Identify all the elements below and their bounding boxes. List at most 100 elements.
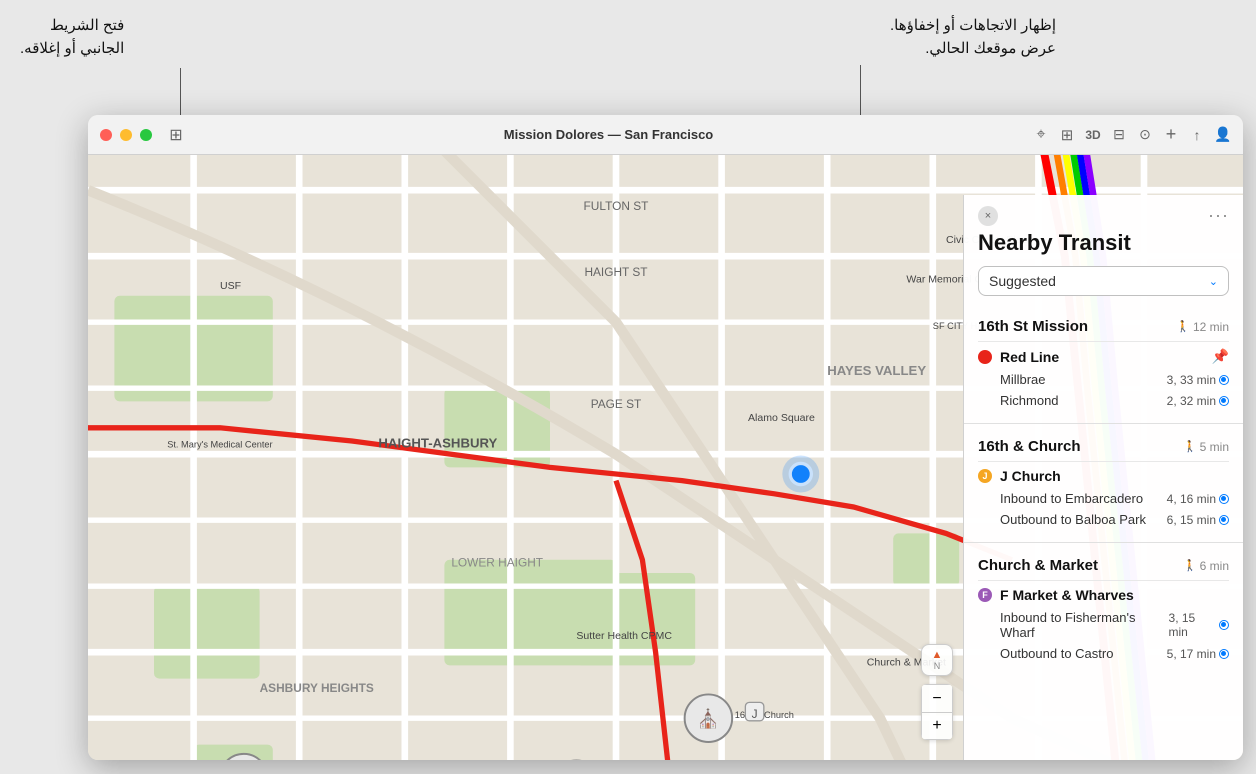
walk-time: 12 min bbox=[1193, 320, 1229, 334]
annotation-overlay: إظهار الاتجاهات أو إخفاؤها. عرض موقعك ال… bbox=[0, 0, 1256, 115]
station-group-16th-church: 16th & Church 🚶 5 min J J Church Inbo bbox=[964, 430, 1243, 536]
transit-filter-select[interactable]: Suggested Bus Rail Ferry bbox=[989, 273, 1209, 289]
transit-filter-dropdown[interactable]: Suggested Bus Rail Ferry ⌄ bbox=[978, 266, 1229, 296]
route-name-f-market: F Market & Wharves bbox=[1000, 587, 1229, 603]
svg-text:HAYES VALLEY: HAYES VALLEY bbox=[827, 363, 926, 378]
pin-icon[interactable]: 📌 bbox=[1212, 348, 1229, 365]
titlebar: ⊞ Mission Dolores — San Francisco ⌖ ⊞ 3D… bbox=[88, 115, 1243, 155]
route-color-dot-f: F bbox=[978, 588, 992, 602]
live-indicator-4 bbox=[1219, 515, 1229, 525]
map-controls: ▲ N − + bbox=[921, 644, 953, 740]
route-j-church: J J Church Inbound to Embarcadero 4, 16 … bbox=[978, 461, 1229, 536]
app-window: ⊞ Mission Dolores — San Francisco ⌖ ⊞ 3D… bbox=[88, 115, 1243, 760]
route-line-header-red: Red Line 📌 bbox=[978, 348, 1229, 365]
walk-icon-2: 🚶 bbox=[1183, 440, 1197, 453]
zoom-controls: − + bbox=[921, 684, 953, 740]
svg-text:USF: USF bbox=[220, 280, 242, 292]
time-balboa: 6, 15 min bbox=[1167, 513, 1229, 527]
route-dest-embarcadero: Inbound to Embarcadero 4, 16 min bbox=[978, 488, 1229, 509]
route-f-market: F F Market & Wharves Inbound to Fisherma… bbox=[978, 580, 1229, 670]
tooltip-directions: إظهار الاتجاهات أو إخفاؤها. عرض موقعك ال… bbox=[890, 15, 1056, 60]
toolbar-icons: ⌖ ⊞ 3D ⊟ ⊙ + ↑ 👤 bbox=[1033, 127, 1231, 143]
map-area[interactable]: TURK ST FULTON ST HAIGHT ST PAGE ST HAIG… bbox=[88, 155, 1243, 760]
destination-fisherman: Inbound to Fisherman's Wharf bbox=[1000, 610, 1169, 640]
zoom-out-button[interactable]: + bbox=[921, 712, 953, 740]
station-header-16th-mission: 16th St Mission 🚶 12 min bbox=[978, 310, 1229, 341]
live-indicator-5 bbox=[1219, 620, 1229, 630]
station-header-16th-church: 16th & Church 🚶 5 min bbox=[978, 430, 1229, 461]
sidebar-toggle-icon[interactable]: ⊞ bbox=[168, 127, 184, 143]
station-group-16th-mission: 16th St Mission 🚶 12 min Red Line 📌 Mill… bbox=[964, 310, 1243, 417]
station-name-church-market: Church & Market bbox=[978, 557, 1098, 574]
layers-icon[interactable]: ⊟ bbox=[1111, 127, 1127, 143]
svg-text:LOWER HAIGHT: LOWER HAIGHT bbox=[451, 555, 543, 569]
live-indicator bbox=[1219, 375, 1229, 385]
clock-icon[interactable]: ⊙ bbox=[1137, 127, 1153, 143]
route-dest-castro: Outbound to Castro 5, 17 min bbox=[978, 643, 1229, 664]
svg-text:HAIGHT ST: HAIGHT ST bbox=[584, 265, 647, 279]
svg-text:PAGE ST: PAGE ST bbox=[591, 397, 642, 411]
share-icon[interactable]: ↑ bbox=[1189, 127, 1205, 143]
svg-text:FULTON ST: FULTON ST bbox=[584, 199, 649, 213]
station-walk-church-market: 🚶 6 min bbox=[1183, 559, 1229, 573]
svg-text:⛪: ⛪ bbox=[697, 707, 720, 730]
route-dest-fisherman: Inbound to Fisherman's Wharf 3, 15 min bbox=[978, 607, 1229, 643]
route-name-j-church: J Church bbox=[1000, 468, 1229, 484]
station-header-church-market: Church & Market 🚶 6 min bbox=[978, 549, 1229, 580]
svg-text:Sutter Health CPMC: Sutter Health CPMC bbox=[576, 630, 672, 642]
maximize-button[interactable] bbox=[140, 129, 152, 141]
tooltip-line-right bbox=[860, 65, 861, 115]
tooltip-sidebar: فتح الشريط الجانبي أو إغلاقه. bbox=[20, 15, 124, 60]
station-name-16th-church: 16th & Church bbox=[978, 438, 1081, 455]
tooltip-directions-line1: إظهار الاتجاهات أو إخفاؤها. bbox=[890, 17, 1056, 34]
tooltip-sidebar-line2: الجانبي أو إغلاقه. bbox=[20, 40, 124, 57]
route-line-header-j: J J Church bbox=[978, 468, 1229, 484]
tooltip-location-line2: عرض موقعك الحالي. bbox=[925, 40, 1056, 57]
route-dest-richmond: Richmond 2, 32 min bbox=[978, 390, 1229, 411]
svg-text:ASHBURY HEIGHTS: ASHBURY HEIGHTS bbox=[260, 681, 374, 695]
3d-icon[interactable]: 3D bbox=[1085, 127, 1101, 143]
station-walk-16th-mission: 🚶 12 min bbox=[1176, 320, 1229, 334]
divider-2 bbox=[964, 542, 1243, 543]
station-walk-16th-church: 🚶 5 min bbox=[1183, 440, 1229, 454]
transit-icon[interactable]: ⊞ bbox=[1059, 127, 1075, 143]
svg-text:HAIGHT-ASHBURY: HAIGHT-ASHBURY bbox=[378, 436, 497, 451]
dropdown-arrow-icon: ⌄ bbox=[1209, 275, 1218, 288]
destination-millbrae: Millbrae bbox=[1000, 372, 1046, 387]
sidebar-header: × ··· bbox=[964, 195, 1243, 226]
window-title: Mission Dolores — San Francisco bbox=[192, 127, 1025, 142]
close-button[interactable] bbox=[100, 129, 112, 141]
svg-text:St. Mary's Medical Center: St. Mary's Medical Center bbox=[167, 440, 272, 450]
route-red-line: Red Line 📌 Millbrae 3, 33 min Richmond 2… bbox=[978, 341, 1229, 417]
sidebar-more-button[interactable]: ··· bbox=[1208, 205, 1229, 226]
station-name-16th-mission: 16th St Mission bbox=[978, 318, 1088, 335]
walk-time-3: 6 min bbox=[1200, 559, 1229, 573]
current-location-icon[interactable]: ⌖ bbox=[1033, 127, 1049, 143]
live-indicator-6 bbox=[1219, 649, 1229, 659]
minimize-button[interactable] bbox=[120, 129, 132, 141]
tooltip-line-left bbox=[180, 68, 181, 118]
time-millbrae: 3, 33 min bbox=[1167, 373, 1229, 387]
time-embarcadero: 4, 16 min bbox=[1167, 492, 1229, 506]
divider-1 bbox=[964, 423, 1243, 424]
time-castro: 5, 17 min bbox=[1167, 647, 1229, 661]
walk-icon-3: 🚶 bbox=[1183, 559, 1197, 572]
sidebar-title: Nearby Transit bbox=[964, 226, 1243, 266]
avatar-icon[interactable]: 👤 bbox=[1215, 127, 1231, 143]
route-dest-millbrae: Millbrae 3, 33 min bbox=[978, 369, 1229, 390]
destination-balboa: Outbound to Balboa Park bbox=[1000, 512, 1146, 527]
destination-richmond: Richmond bbox=[1000, 393, 1059, 408]
station-group-church-market: Church & Market 🚶 6 min F F Market & Wha… bbox=[964, 549, 1243, 670]
nearby-transit-sidebar: × ··· Nearby Transit Suggested Bus Rail … bbox=[963, 195, 1243, 760]
sidebar-close-button[interactable]: × bbox=[978, 206, 998, 226]
compass-label: N bbox=[934, 661, 941, 671]
walk-icon: 🚶 bbox=[1176, 320, 1190, 333]
add-icon[interactable]: + bbox=[1163, 127, 1179, 143]
route-color-dot-j: J bbox=[978, 469, 992, 483]
zoom-in-button[interactable]: − bbox=[921, 684, 953, 712]
route-dest-balboa: Outbound to Balboa Park 6, 15 min bbox=[978, 509, 1229, 530]
route-color-dot-red bbox=[978, 350, 992, 364]
destination-embarcadero: Inbound to Embarcadero bbox=[1000, 491, 1143, 506]
svg-text:Alamo Square: Alamo Square bbox=[748, 412, 815, 424]
time-richmond: 2, 32 min bbox=[1167, 394, 1229, 408]
